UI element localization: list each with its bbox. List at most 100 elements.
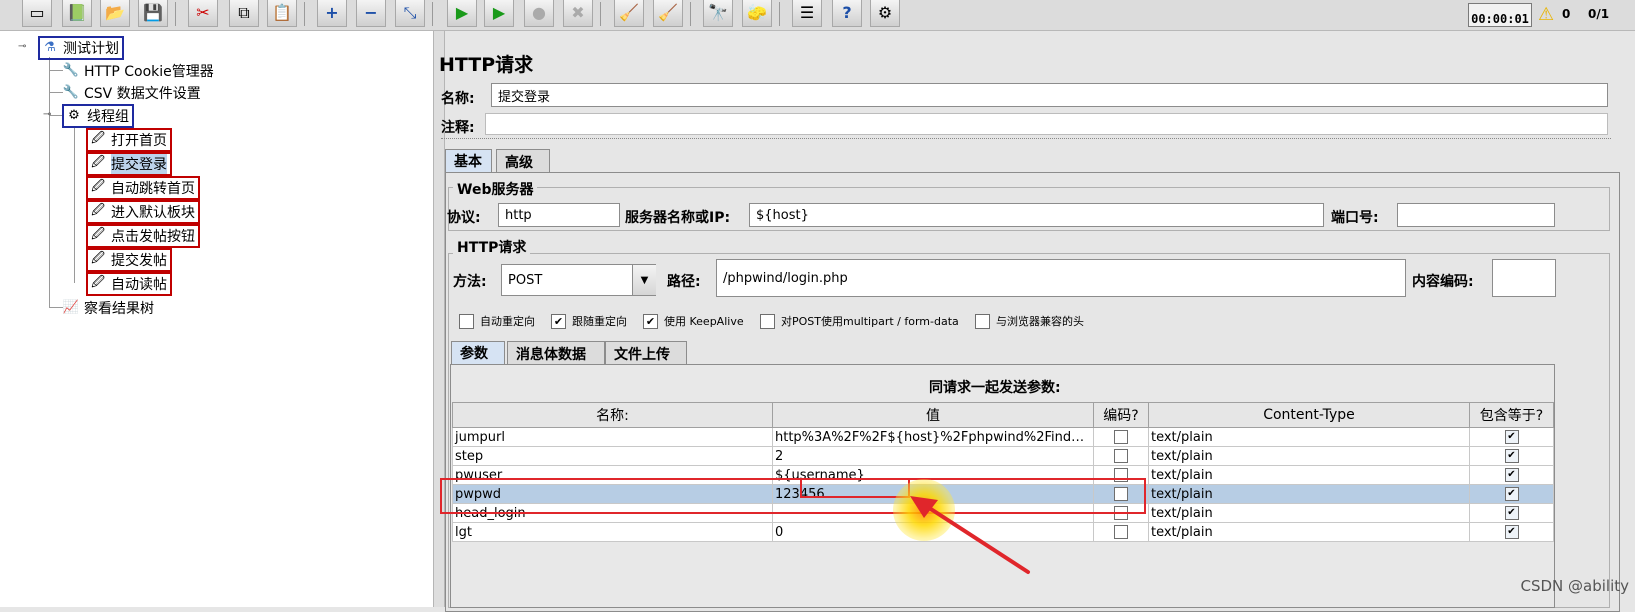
shutdown-icon[interactable]: ✖ — [563, 0, 593, 27]
check-icon: ✔ — [1504, 506, 1519, 520]
auto-redirect-checkbox[interactable]: 自动重定向 — [459, 313, 535, 329]
chevron-down-icon[interactable]: ▼ — [632, 265, 656, 295]
tab-basic[interactable]: 基本 — [445, 149, 492, 173]
multipart-checkbox[interactable]: 对POST使用multipart / form-data — [760, 313, 959, 329]
browser-compatible-headers-checkbox[interactable]: 与浏览器兼容的头 — [975, 313, 1084, 329]
tree-node-test-plan[interactable]: ⚗ 测试计划 — [38, 35, 124, 60]
sampler-auto-read-post[interactable]: 🖉 自动读帖 — [86, 271, 172, 296]
include-equals-cell[interactable]: ✔ — [1469, 522, 1554, 542]
splitter[interactable] — [441, 138, 1611, 143]
checkbox-label: 跟随重定向 — [572, 315, 627, 328]
comment-label: 注释: — [441, 120, 475, 136]
path-label: 路径: — [667, 274, 701, 290]
include-equals-cell[interactable]: ✔ — [1469, 465, 1554, 485]
column-header-name[interactable]: 名称: — [452, 402, 773, 428]
param-content-type[interactable]: text/plain — [1148, 522, 1470, 542]
param-content-type[interactable]: text/plain — [1148, 446, 1470, 466]
remote-icon[interactable]: ⚙ — [870, 0, 900, 27]
thread-count: 0/1 — [1588, 7, 1610, 21]
expand-icon[interactable]: + — [317, 0, 347, 27]
search-icon[interactable]: 🔭 — [703, 0, 733, 27]
port-field[interactable] — [1397, 203, 1555, 227]
gear-icon: ⚙ — [68, 108, 80, 123]
templates-icon[interactable]: 📗 — [62, 0, 92, 27]
table-row[interactable]: jumpurl http%3A%2F%2F${host}%2Fphpwind%2… — [452, 427, 1554, 447]
tab-advanced[interactable]: 高级 — [496, 149, 550, 173]
tree-node-cookie-manager[interactable]: 🔧 HTTP Cookie管理器 — [62, 60, 214, 81]
encode-cell[interactable] — [1093, 522, 1149, 542]
expand-handle-icon[interactable]: ⊸ — [43, 109, 51, 120]
param-name[interactable]: step — [452, 446, 773, 466]
encode-cell[interactable] — [1093, 427, 1149, 447]
tab-body-data[interactable]: 消息体数据 — [507, 341, 605, 365]
start-icon[interactable]: ▶ — [447, 0, 477, 27]
clear-icon[interactable]: 🧹 — [614, 0, 644, 27]
clear-all-icon[interactable]: 🧹 — [653, 0, 683, 27]
checkbox-label: 使用 KeepAlive — [664, 315, 744, 328]
tree-node-csv-config[interactable]: 🔧 CSV 数据文件设置 — [62, 82, 201, 103]
sampler-submit-login[interactable]: 🖉 提交登录 — [86, 151, 172, 176]
column-header-include-equals[interactable]: 包含等于? — [1469, 402, 1554, 428]
param-content-type[interactable]: text/plain — [1148, 427, 1470, 447]
include-equals-cell[interactable]: ✔ — [1469, 446, 1554, 466]
expand-handle-icon[interactable]: ⊸ — [18, 41, 26, 52]
path-field[interactable]: /phpwind/login.php — [716, 259, 1406, 297]
column-header-content-type[interactable]: Content-Type — [1148, 402, 1470, 428]
reset-search-icon[interactable]: 🧽 — [742, 0, 772, 27]
start-no-pause-icon[interactable]: ▶ — [484, 0, 514, 27]
include-equals-cell[interactable]: ✔ — [1469, 484, 1554, 504]
cut-icon[interactable]: ✂ — [188, 0, 218, 27]
stop-icon[interactable]: ● — [524, 0, 554, 27]
open-icon[interactable]: 📂 — [100, 0, 130, 27]
toggle-icon[interactable]: ⤡ — [395, 0, 425, 27]
paste-icon[interactable]: 📋 — [267, 0, 297, 27]
tab-parameters[interactable]: 参数 — [451, 341, 505, 365]
include-equals-cell[interactable]: ✔ — [1469, 427, 1554, 447]
checkbox-box — [1114, 525, 1128, 539]
sampler-submit-post[interactable]: 🖉 提交发帖 — [86, 247, 172, 272]
param-content-type[interactable]: text/plain — [1148, 503, 1470, 523]
tree-node-label: 线程组 — [87, 108, 129, 125]
help-icon[interactable]: ? — [832, 0, 862, 27]
checkbox-box — [1114, 430, 1128, 444]
server-field[interactable]: ${host} — [749, 203, 1324, 227]
protocol-field[interactable]: http — [498, 203, 620, 227]
column-header-encode[interactable]: 编码? — [1093, 402, 1149, 428]
tree-node-label: 察看结果树 — [84, 300, 154, 317]
column-header-value[interactable]: 值 — [772, 402, 1094, 428]
checkbox-label: 对POST使用multipart / form-data — [781, 315, 959, 328]
sampler-open-home[interactable]: 🖉 打开首页 — [86, 127, 172, 152]
tree-node-view-results-tree[interactable]: 📈 察看结果树 — [62, 297, 154, 318]
table-row[interactable]: step 2 text/plain ✔ — [452, 446, 1554, 466]
save-icon[interactable]: 💾 — [138, 0, 168, 27]
collapse-icon[interactable]: − — [356, 0, 386, 27]
follow-redirect-checkbox[interactable]: ✔ 跟随重定向 — [551, 313, 627, 329]
warning-icon: ⚠ — [1538, 4, 1555, 25]
param-content-type[interactable]: text/plain — [1148, 484, 1470, 504]
param-value[interactable]: http%3A%2F%2F${host}%2Fphpwind%2Findex..… — [772, 427, 1094, 447]
tree-node-thread-group[interactable]: ⚙ 线程组 — [62, 103, 134, 128]
keepalive-checkbox[interactable]: ✔ 使用 KeepAlive — [643, 313, 744, 329]
param-content-type[interactable]: text/plain — [1148, 465, 1470, 485]
tree-node-label: 测试计划 — [63, 40, 119, 57]
check-icon: ✔ — [1504, 430, 1519, 444]
copy-icon[interactable]: ⧉ — [229, 0, 259, 27]
param-name[interactable]: jumpurl — [452, 427, 773, 447]
comment-field[interactable] — [485, 113, 1608, 135]
sampler-enter-default-board[interactable]: 🖉 进入默认板块 — [86, 199, 200, 224]
tab-file-upload[interactable]: 文件上传 — [605, 341, 687, 365]
encoding-field[interactable] — [1492, 259, 1556, 297]
name-field[interactable]: 提交登录 — [491, 83, 1608, 107]
server-label: 服务器名称或IP: — [625, 210, 731, 226]
include-equals-cell[interactable]: ✔ — [1469, 503, 1554, 523]
tree-node-label: 点击发帖按钮 — [111, 228, 195, 245]
checkbox-label: 自动重定向 — [480, 315, 535, 328]
function-helper-icon[interactable]: ☰ — [792, 0, 822, 27]
param-name[interactable]: lgt — [452, 522, 773, 542]
encoding-label: 内容编码: — [1412, 274, 1474, 290]
new-icon[interactable]: ▭ — [22, 0, 52, 27]
param-value[interactable]: 2 — [772, 446, 1094, 466]
sampler-auto-redirect-home[interactable]: 🖉 自动跳转首页 — [86, 175, 200, 200]
sampler-click-post-button[interactable]: 🖉 点击发帖按钮 — [86, 223, 200, 248]
encode-cell[interactable] — [1093, 446, 1149, 466]
